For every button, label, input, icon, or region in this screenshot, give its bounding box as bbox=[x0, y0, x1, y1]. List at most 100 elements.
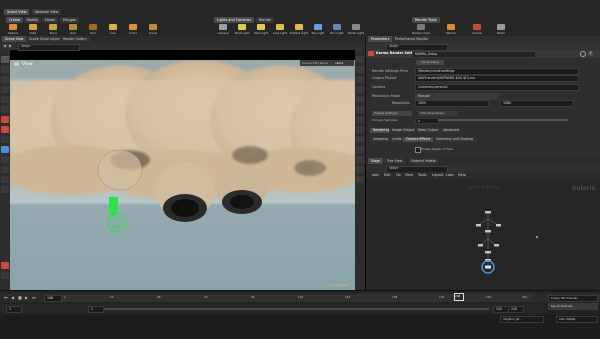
viewport-tab-scene-view[interactable]: Scene View bbox=[2, 36, 27, 42]
viewport-tab-scene-graph-layers[interactable]: Scene Graph Layers bbox=[26, 36, 65, 42]
jump-start-icon[interactable]: ⏮ bbox=[4, 295, 9, 300]
key-all-channels-button[interactable]: Key All Channels bbox=[548, 303, 598, 310]
shelf-line-button[interactable]: Line bbox=[102, 23, 124, 37]
params-tab-sampling[interactable]: Sampling bbox=[370, 137, 391, 142]
render-settings-prim-field[interactable]: /Render/rendersettings bbox=[415, 68, 579, 75]
params-tab-parameters[interactable]: Parameters bbox=[368, 36, 393, 42]
camera-tool-icon[interactable] bbox=[1, 126, 9, 133]
portal-light-icon bbox=[352, 24, 360, 30]
params-tab-advanced[interactable]: Advanced bbox=[440, 128, 462, 133]
info-tool-icon[interactable] bbox=[1, 272, 9, 279]
pose-tool-icon[interactable] bbox=[1, 106, 9, 113]
render-region-icon[interactable] bbox=[356, 166, 364, 173]
light-tool-icon[interactable] bbox=[1, 116, 9, 123]
snapshot-icon[interactable] bbox=[356, 156, 364, 163]
viewport-render[interactable] bbox=[10, 60, 355, 290]
params-tab-camera-effects[interactable]: Camera Effects bbox=[403, 137, 434, 142]
params-tab-deep-output[interactable]: Deep Output bbox=[415, 128, 442, 133]
shelf-portal-light-button[interactable]: Portal Light bbox=[345, 23, 367, 37]
camera-sub-label: cam1 bbox=[335, 61, 344, 65]
params-tab-image-output[interactable]: Image Output bbox=[389, 128, 418, 133]
gear-icon[interactable] bbox=[580, 51, 586, 57]
step-back-icon[interactable]: ◀ bbox=[11, 295, 16, 300]
top-tab-scene-view[interactable]: Scene View bbox=[4, 9, 30, 15]
transform-tool-icon[interactable] bbox=[1, 66, 9, 73]
resolution-mode-select[interactable]: Manual bbox=[415, 93, 499, 100]
snap-tool-icon[interactable] bbox=[1, 136, 9, 143]
output-picture-field[interactable]: $HIP/render/$HIPNAME.$OS.$F4.exr bbox=[415, 75, 579, 82]
scale-tool-icon[interactable] bbox=[1, 86, 9, 93]
background-icon[interactable] bbox=[356, 96, 364, 103]
wireframe-icon[interactable] bbox=[356, 76, 364, 83]
network-menu-edit[interactable]: Edit bbox=[384, 173, 391, 177]
shelf-circle-button[interactable]: Circle bbox=[122, 23, 144, 37]
network-menu-layout[interactable]: Layout bbox=[432, 173, 444, 177]
render-tool-icon[interactable] bbox=[1, 156, 9, 163]
network-tab-stage[interactable]: Stage bbox=[368, 158, 384, 164]
help-icon[interactable]: ? bbox=[588, 51, 593, 56]
measure-tool-icon[interactable] bbox=[1, 262, 9, 269]
resolution-x-field[interactable]: 1920 bbox=[415, 100, 489, 107]
network-menu-go[interactable]: Go bbox=[396, 173, 401, 177]
view-tool-icon[interactable] bbox=[1, 146, 9, 153]
shading-mode-icon[interactable] bbox=[356, 66, 364, 73]
node-name-field[interactable]: KARMA_Setup bbox=[412, 50, 536, 58]
primary-samples-slider[interactable] bbox=[438, 119, 568, 121]
grid-display-icon[interactable] bbox=[356, 116, 364, 123]
auto-update-dropdown[interactable]: Auto Update bbox=[556, 316, 598, 323]
viewport-forward-icon[interactable]: ▶ bbox=[9, 44, 13, 48]
shelf-batch-button[interactable]: Batch bbox=[490, 23, 512, 37]
jump-end-icon[interactable]: ⏭ bbox=[32, 295, 37, 300]
paint-tool-icon[interactable] bbox=[1, 176, 9, 183]
network-menu-labs[interactable]: Labs bbox=[446, 173, 454, 177]
shelf-grid-button[interactable]: Grid bbox=[62, 23, 84, 37]
stop-icon[interactable]: ■ bbox=[18, 295, 23, 300]
lighting-icon[interactable] bbox=[356, 86, 364, 93]
shelf-null-button[interactable]: Null bbox=[82, 23, 104, 37]
top-tab-network-view[interactable]: Network View bbox=[32, 9, 62, 15]
range-end-field[interactable]: 240 bbox=[493, 306, 509, 313]
camera-field[interactable]: /cameras/camera1 bbox=[415, 84, 579, 91]
viewport-tab-render-gallery[interactable]: Render Gallery bbox=[60, 36, 90, 42]
frame-all-icon[interactable] bbox=[356, 146, 364, 153]
range-slider[interactable] bbox=[104, 308, 489, 310]
primary-samples-field[interactable]: 9 bbox=[415, 117, 439, 124]
network-menu-tools[interactable]: Tools bbox=[418, 173, 426, 177]
visibility-icon[interactable] bbox=[356, 136, 364, 143]
network-tab-tree-view[interactable]: Tree View bbox=[384, 158, 406, 164]
stage-tool-icon[interactable] bbox=[1, 166, 9, 173]
params-tab-geometry-shading[interactable]: Geometry and Shading bbox=[433, 137, 476, 142]
rotate-tool-icon[interactable] bbox=[1, 76, 9, 83]
network-tab-material-palette[interactable]: Material Palette bbox=[408, 158, 440, 164]
render-settings-prim-label: Render Settings Prim bbox=[372, 69, 408, 73]
range-start-field[interactable]: 1 bbox=[88, 306, 104, 313]
ghost-icon[interactable] bbox=[356, 126, 364, 133]
play-icon[interactable]: ▶ bbox=[25, 295, 30, 300]
green-gizmo[interactable] bbox=[109, 197, 118, 215]
shelf-torus-button[interactable]: Torus bbox=[42, 23, 64, 37]
guides-icon[interactable] bbox=[356, 106, 364, 113]
start-frame-field[interactable]: 1 bbox=[6, 306, 22, 313]
shelf-karma-button[interactable]: Karma bbox=[466, 23, 488, 37]
end-frame-field[interactable]: 240 bbox=[508, 306, 524, 313]
shelf-sphere-button[interactable]: Sphere bbox=[2, 23, 24, 37]
resolution-y-field[interactable]: 1080 bbox=[500, 100, 574, 107]
depth-of-field-checkbox[interactable] bbox=[415, 147, 421, 153]
params-tab-performance[interactable]: Performance Monitor bbox=[392, 36, 432, 42]
network-menu-help[interactable]: Help bbox=[458, 173, 466, 177]
display-options-icon[interactable] bbox=[356, 56, 364, 63]
options-icon[interactable] bbox=[356, 176, 364, 183]
file-path-field[interactable]: /obj/Sunr_Wi... bbox=[500, 316, 544, 323]
network-menu-add[interactable]: Add bbox=[372, 173, 379, 177]
keys-channels-dropdown[interactable]: 0 keys, 0/0 channels bbox=[548, 295, 598, 302]
shelf-render-view-button[interactable]: Render View bbox=[410, 23, 432, 37]
shelf-tube-button[interactable]: Tube bbox=[22, 23, 44, 37]
handle-tool-icon[interactable] bbox=[1, 96, 9, 103]
shelf-mantra-button[interactable]: Mantra bbox=[440, 23, 462, 37]
current-frame-field[interactable]: 108 bbox=[44, 295, 62, 302]
viewport-back-icon[interactable]: ◀ bbox=[3, 44, 7, 48]
network-menu-view[interactable]: View bbox=[405, 173, 413, 177]
shelf-curve-button[interactable]: Curve bbox=[142, 23, 164, 37]
select-tool-icon[interactable] bbox=[1, 56, 9, 63]
sculpt-tool-icon[interactable] bbox=[1, 186, 9, 193]
